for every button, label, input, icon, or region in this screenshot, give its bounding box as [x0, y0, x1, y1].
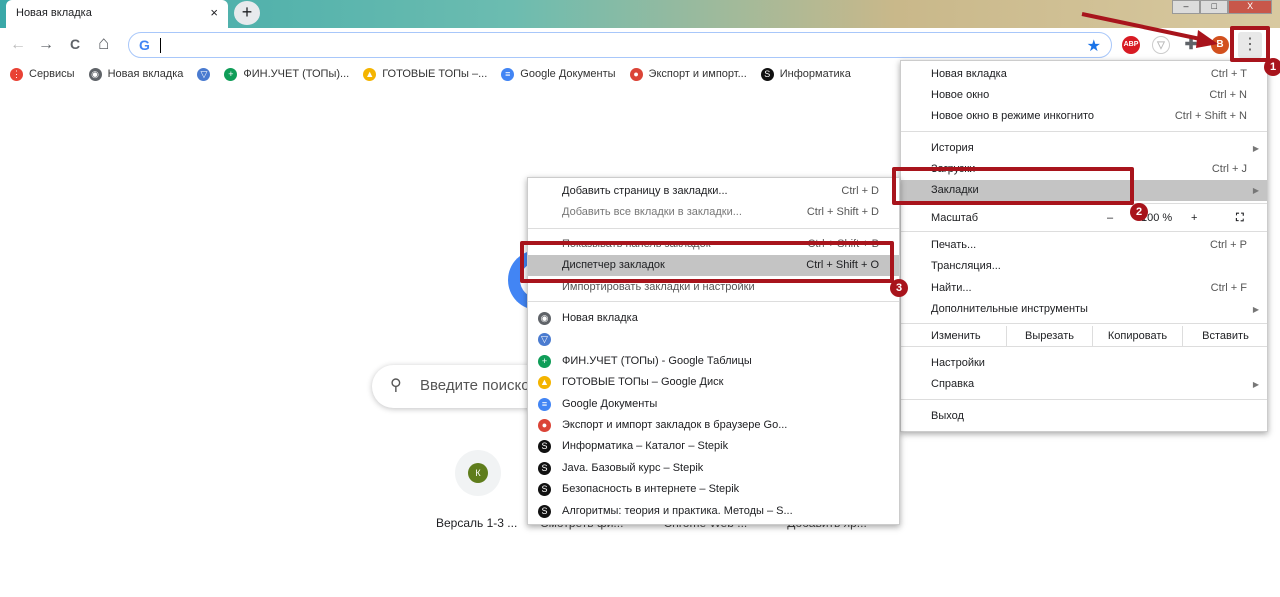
annotation-badge-2: 2 — [1130, 203, 1148, 221]
annotation-layer — [1081, 12, 1218, 48]
annotation-arrow — [1081, 12, 1206, 42]
annotation-arrowhead — [1196, 30, 1218, 48]
annotation-badge-3: 3 — [890, 279, 908, 297]
annotation-box-3 — [520, 241, 894, 283]
annotation-box-2 — [892, 167, 1134, 205]
annotation-box-1 — [1230, 26, 1270, 62]
annotation-badge-1: 1 — [1264, 58, 1280, 76]
